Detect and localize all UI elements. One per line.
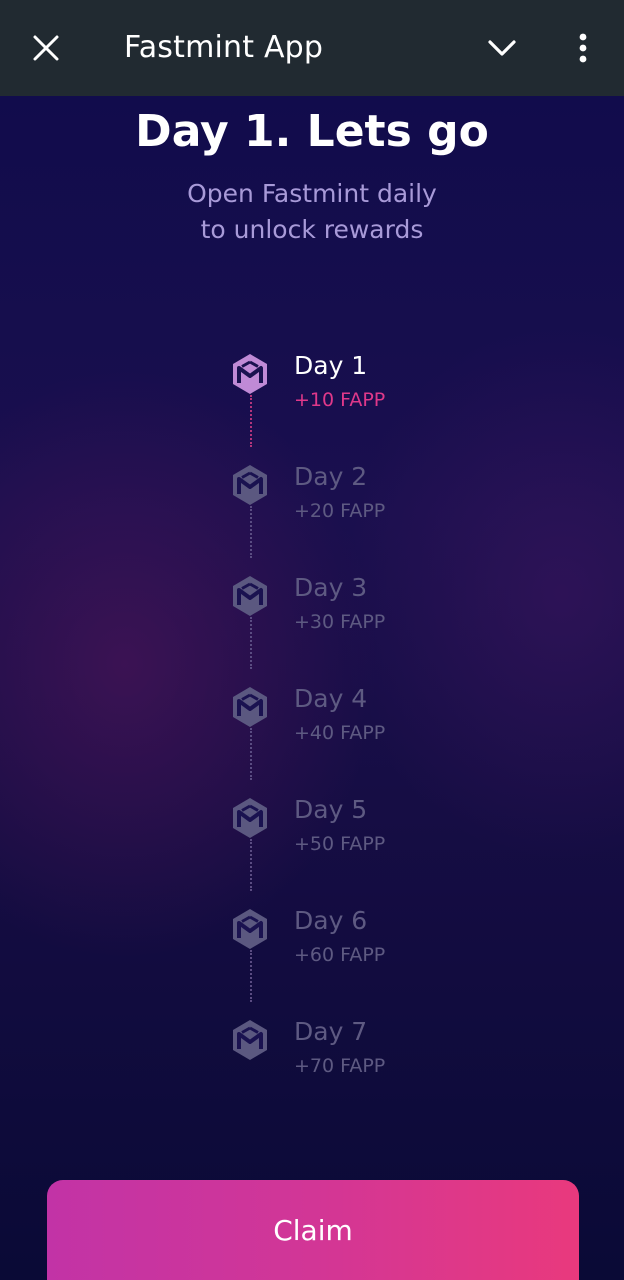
fastmint-logo-icon	[233, 576, 267, 616]
claim-button[interactable]: Claim	[47, 1180, 579, 1280]
top-app-bar: Fastmint App	[0, 0, 624, 96]
day-reward: +60 FAPP	[294, 944, 386, 966]
day-item-2: Day 2 +20 FAPP	[228, 461, 488, 531]
close-button[interactable]	[22, 24, 70, 72]
day-item-7: Day 7 +70 FAPP	[228, 1016, 488, 1086]
fastmint-logo-icon	[233, 465, 267, 505]
day-label: Day 4	[294, 684, 368, 713]
day-reward: +30 FAPP	[294, 611, 386, 633]
day-label: Day 7	[294, 1017, 368, 1046]
day-item-4: Day 4 +40 FAPP	[228, 683, 488, 753]
day-reward: +20 FAPP	[294, 500, 386, 522]
day-reward: +50 FAPP	[294, 833, 386, 855]
app-title: Fastmint App	[124, 30, 324, 65]
day-reward: +70 FAPP	[294, 1055, 386, 1077]
fastmint-logo-icon	[233, 687, 267, 727]
fastmint-logo-icon	[233, 798, 267, 838]
day-item-1: Day 1 +10 FAPP	[228, 350, 488, 420]
day-reward: +10 FAPP	[294, 389, 386, 411]
page-title: Day 1. Lets go	[135, 106, 489, 157]
day-label: Day 2	[294, 462, 368, 491]
more-options-button[interactable]	[560, 24, 606, 72]
day-label: Day 5	[294, 795, 368, 824]
fastmint-logo-icon	[233, 354, 267, 394]
chevron-down-icon	[488, 40, 516, 56]
fastmint-logo-icon	[233, 909, 267, 949]
collapse-button[interactable]	[478, 24, 526, 72]
day-label: Day 6	[294, 906, 368, 935]
day-item-5: Day 5 +50 FAPP	[228, 794, 488, 864]
day-label: Day 3	[294, 573, 368, 602]
subtitle-line-2: to unlock rewards	[200, 215, 424, 244]
claim-button-label: Claim	[273, 1213, 353, 1247]
day-item-6: Day 6 +60 FAPP	[228, 905, 488, 975]
day-item-3: Day 3 +30 FAPP	[228, 572, 488, 642]
more-vert-icon	[579, 33, 587, 63]
day-label: Day 1	[294, 351, 368, 380]
page-subtitle: Open Fastmint daily to unlock rewards	[0, 176, 624, 248]
close-icon	[33, 35, 59, 61]
subtitle-line-1: Open Fastmint daily	[187, 179, 437, 208]
fastmint-logo-icon	[233, 1020, 267, 1060]
day-reward: +40 FAPP	[294, 722, 386, 744]
